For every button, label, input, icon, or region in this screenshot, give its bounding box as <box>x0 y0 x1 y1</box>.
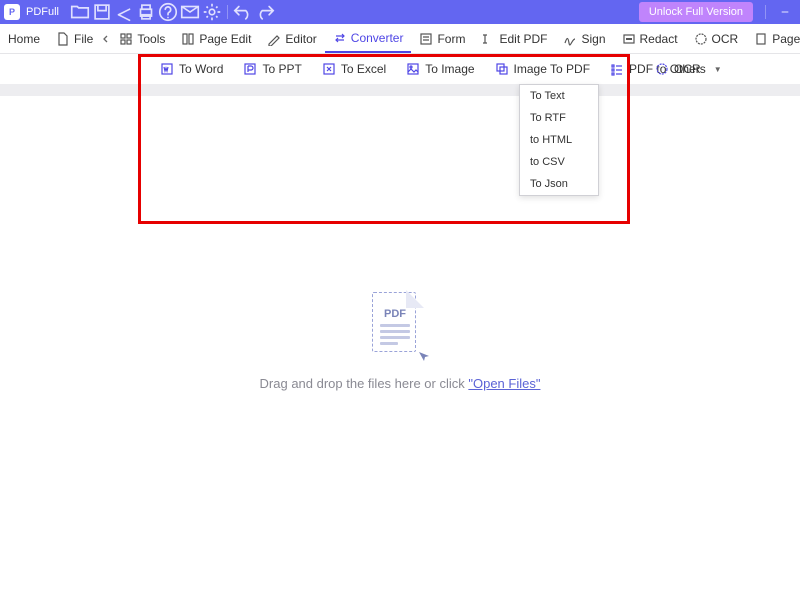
mail-icon[interactable] <box>179 1 201 23</box>
tab-file[interactable]: File <box>48 24 101 53</box>
titlebar: P PDFull Unlock Full Version <box>0 0 800 24</box>
tab-home[interactable]: Home <box>0 24 48 53</box>
menu-item-to-html[interactable]: to HTML <box>520 129 598 151</box>
button-label: Image To PDF <box>514 62 590 76</box>
edit-pdf-icon <box>481 32 495 46</box>
menu-item-to-text[interactable]: To Text <box>520 85 598 107</box>
tab-label: Editor <box>285 32 316 46</box>
tab-label: Sign <box>581 32 605 46</box>
tab-label: Tools <box>137 32 165 46</box>
redact-icon <box>622 32 636 46</box>
tab-converter[interactable]: Converter <box>325 24 412 53</box>
open-files-link[interactable]: "Open Files" <box>468 376 540 391</box>
drop-text: Drag and drop the files here or click <box>260 376 469 391</box>
tab-strip-background <box>0 84 800 96</box>
tab-edit-pdf[interactable]: Edit PDF <box>473 24 555 53</box>
menu-item-to-csv[interactable]: to CSV <box>520 151 598 173</box>
undo-icon[interactable] <box>232 1 254 23</box>
open-folder-icon[interactable] <box>69 1 91 23</box>
tab-label: Page Edit <box>199 32 251 46</box>
drop-message: Drag and drop the files here or click "O… <box>0 376 800 391</box>
cursor-icon <box>418 350 430 362</box>
app-name: PDFull <box>26 6 59 18</box>
ocr-button[interactable]: OCR <box>655 54 701 84</box>
tab-label: Home <box>8 32 40 46</box>
pdf-thumbnail-icon: PDF <box>370 290 430 362</box>
minimize-button[interactable] <box>770 0 800 24</box>
tab-ocr[interactable]: OCR <box>686 24 747 53</box>
redo-icon[interactable] <box>254 1 276 23</box>
excel-icon <box>322 62 336 76</box>
sign-icon <box>563 32 577 46</box>
to-excel-button[interactable]: To Excel <box>312 54 396 84</box>
tab-label: Form <box>437 32 465 46</box>
ocr-icon <box>655 62 669 76</box>
save-icon[interactable] <box>91 1 113 23</box>
drop-area[interactable]: PDF Drag and drop the files here or clic… <box>0 290 800 391</box>
tab-label: File <box>74 32 93 46</box>
help-icon[interactable] <box>157 1 179 23</box>
app-icon: P <box>4 4 20 20</box>
pdf-badge: PDF <box>384 308 406 320</box>
converter-icon <box>333 31 347 45</box>
ppt-icon <box>243 62 257 76</box>
file-icon <box>56 32 70 46</box>
to-word-button[interactable]: To Word <box>150 54 233 84</box>
tab-label: Edit PDF <box>499 32 547 46</box>
tab-label: Page Display <box>772 32 800 46</box>
dropdown-arrow-icon: ▼ <box>714 65 722 74</box>
separator <box>227 5 228 19</box>
main-tabs: Home File Tools Page Edit Editor Convert… <box>0 24 800 54</box>
tab-editor[interactable]: Editor <box>259 24 324 53</box>
tab-label: Redact <box>640 32 678 46</box>
tab-label: Converter <box>351 31 404 45</box>
word-icon <box>160 62 174 76</box>
ocr-icon <box>694 32 708 46</box>
unlock-button[interactable]: Unlock Full Version <box>639 2 753 22</box>
image-icon <box>406 62 420 76</box>
tab-label: OCR <box>712 32 739 46</box>
tab-redact[interactable]: Redact <box>614 24 686 53</box>
image-to-pdf-button[interactable]: Image To PDF <box>485 54 600 84</box>
list-icon <box>610 62 624 76</box>
share-icon[interactable] <box>113 1 135 23</box>
page-display-icon <box>754 32 768 46</box>
chevron-left-icon[interactable] <box>101 34 111 44</box>
converter-toolbar: To Word To PPT To Excel To Image Image T… <box>0 54 800 84</box>
pdf-to-others-menu: To Text To RTF to HTML to CSV To Json <box>519 84 599 196</box>
tools-icon <box>119 32 133 46</box>
button-label: To Excel <box>341 62 386 76</box>
to-image-button[interactable]: To Image <box>396 54 484 84</box>
settings-icon[interactable] <box>201 1 223 23</box>
form-icon <box>419 32 433 46</box>
button-label: To Word <box>179 62 223 76</box>
tab-sign[interactable]: Sign <box>555 24 613 53</box>
tab-page-edit[interactable]: Page Edit <box>173 24 259 53</box>
tab-tools[interactable]: Tools <box>111 24 173 53</box>
to-ppt-button[interactable]: To PPT <box>233 54 311 84</box>
button-label: OCR <box>674 62 701 76</box>
button-label: To PPT <box>262 62 301 76</box>
image-to-pdf-icon <box>495 62 509 76</box>
separator <box>765 5 766 19</box>
tab-page-display[interactable]: Page Display <box>746 24 800 53</box>
print-icon[interactable] <box>135 1 157 23</box>
page-edit-icon <box>181 32 195 46</box>
tab-form[interactable]: Form <box>411 24 473 53</box>
menu-item-to-json[interactable]: To Json <box>520 173 598 195</box>
button-label: To Image <box>425 62 474 76</box>
menu-item-to-rtf[interactable]: To RTF <box>520 107 598 129</box>
editor-icon <box>267 32 281 46</box>
